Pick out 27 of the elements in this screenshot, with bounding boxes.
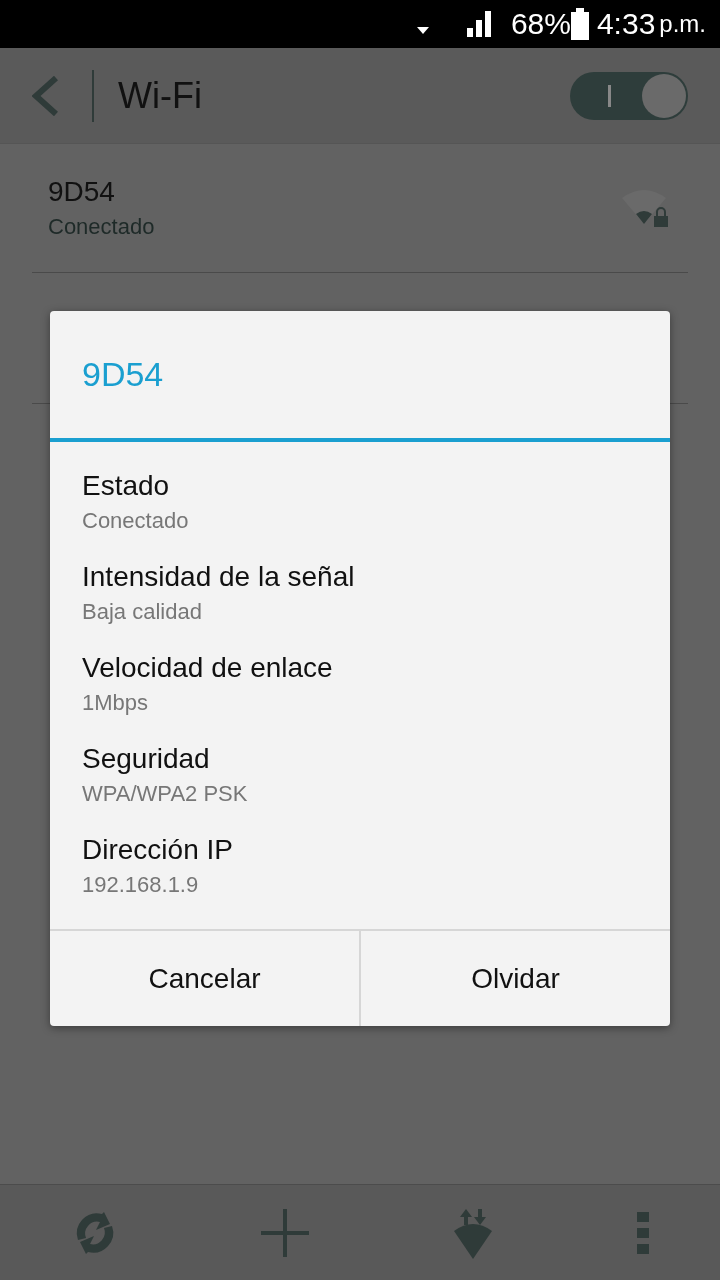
dialog-button[interactable]: Olvidar — [359, 931, 670, 1026]
battery-icon — [570, 8, 589, 40]
dialog-title: 9D54 — [50, 311, 670, 442]
detail-label: Dirección IP — [82, 833, 234, 866]
network-name: 9D54 — [48, 176, 116, 208]
detail-value: 192.168.1.9 — [82, 871, 200, 898]
screen-title: Wi-Fi — [118, 74, 203, 117]
detail-value: 1Mbps — [82, 689, 150, 716]
detail-value: Conectado — [82, 507, 190, 534]
network-status: Conectado — [48, 214, 156, 240]
wifi-toggle[interactable] — [570, 71, 688, 120]
detail-label: Velocidad de enlace — [82, 651, 334, 684]
battery-percentage: 68% — [510, 7, 571, 41]
notification-icon — [416, 27, 429, 35]
detail-value: Baja calidad — [82, 598, 203, 625]
detail-label: Seguridad — [82, 742, 211, 775]
clock-time: 4:33 — [596, 7, 656, 41]
detail-label: Estado — [82, 469, 171, 502]
signal-icon — [466, 11, 491, 37]
clock-ampm: p.m. — [659, 10, 706, 38]
wifi-transfer-icon[interactable] — [451, 1206, 494, 1259]
add-icon[interactable] — [260, 1208, 309, 1257]
dialog-button[interactable]: Cancelar — [50, 931, 359, 1026]
more-icon[interactable] — [636, 1211, 649, 1254]
detail-label: Intensidad de la señal — [82, 560, 356, 593]
back-icon[interactable] — [32, 75, 58, 116]
detail-value: WPA/WPA2 PSK — [82, 780, 249, 807]
